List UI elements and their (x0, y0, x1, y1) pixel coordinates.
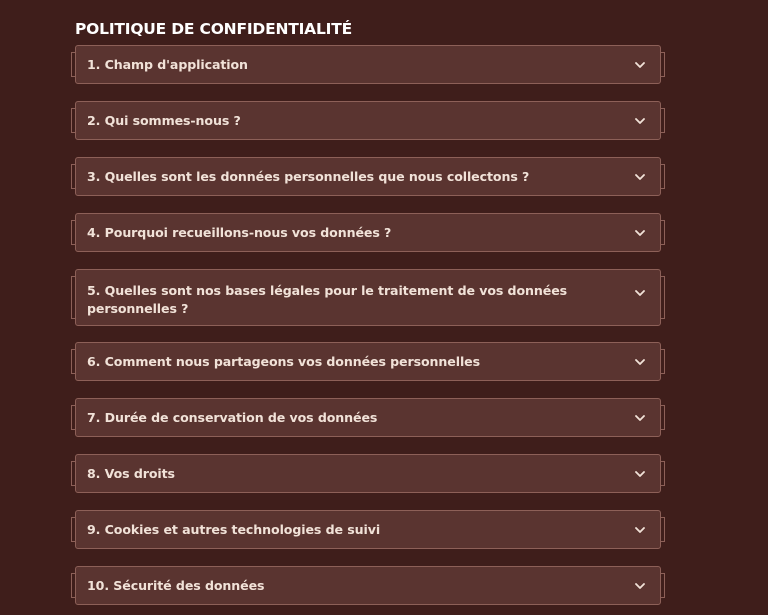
accordion-item-label: 1. Champ d'application (87, 56, 248, 72)
chevron-down-icon (635, 229, 645, 236)
chevron-down-icon (635, 358, 645, 365)
accordion-item-label: 5. Quelles sont nos bases légales pour l… (87, 283, 568, 316)
accordion-item-retention[interactable]: 7. Durée de conservation de vos données (71, 398, 665, 437)
chevron-down-icon (635, 290, 645, 296)
accordion-item-who-we-are[interactable]: 2. Qui sommes-nous ? (71, 101, 665, 140)
chevron-down-icon (635, 414, 645, 421)
accordion-item-label: 2. Qui sommes-nous ? (87, 112, 241, 128)
accordion-item-data-collected[interactable]: 3. Quelles sont les données personnelles… (71, 157, 665, 196)
chevron-down-icon (635, 117, 645, 124)
chevron-down-icon (635, 173, 645, 180)
accordion-item-label: 8. Vos droits (87, 465, 175, 481)
accordion-item-legal-bases[interactable]: 5. Quelles sont nos bases légales pour l… (71, 269, 665, 326)
accordion-item-why-collect[interactable]: 4. Pourquoi recueillons-nous vos données… (71, 213, 665, 252)
accordion-item-scope[interactable]: 1. Champ d'application (71, 45, 665, 84)
chevron-down-icon (635, 470, 645, 477)
accordion-item-security[interactable]: 10. Sécurité des données (71, 566, 665, 605)
chevron-down-icon (635, 526, 645, 533)
chevron-down-icon (635, 61, 645, 68)
accordion-item-label: 9. Cookies et autres technologies de sui… (87, 521, 381, 537)
accordion-item-label: 4. Pourquoi recueillons-nous vos données… (87, 224, 392, 240)
accordion-item-label: 7. Durée de conservation de vos données (87, 409, 378, 425)
accordion-item-label: 3. Quelles sont les données personnelles… (87, 168, 530, 184)
page-title: POLITIQUE DE CONFIDENTIALITÉ (75, 20, 352, 39)
accordion-item-label: 6. Comment nous partageons vos données p… (87, 353, 481, 369)
chevron-down-icon (635, 582, 645, 589)
accordion-item-sharing[interactable]: 6. Comment nous partageons vos données p… (71, 342, 665, 381)
accordion-item-cookies[interactable]: 9. Cookies et autres technologies de sui… (71, 510, 665, 549)
accordion-item-rights[interactable]: 8. Vos droits (71, 454, 665, 493)
accordion-item-label: 10. Sécurité des données (87, 577, 265, 593)
